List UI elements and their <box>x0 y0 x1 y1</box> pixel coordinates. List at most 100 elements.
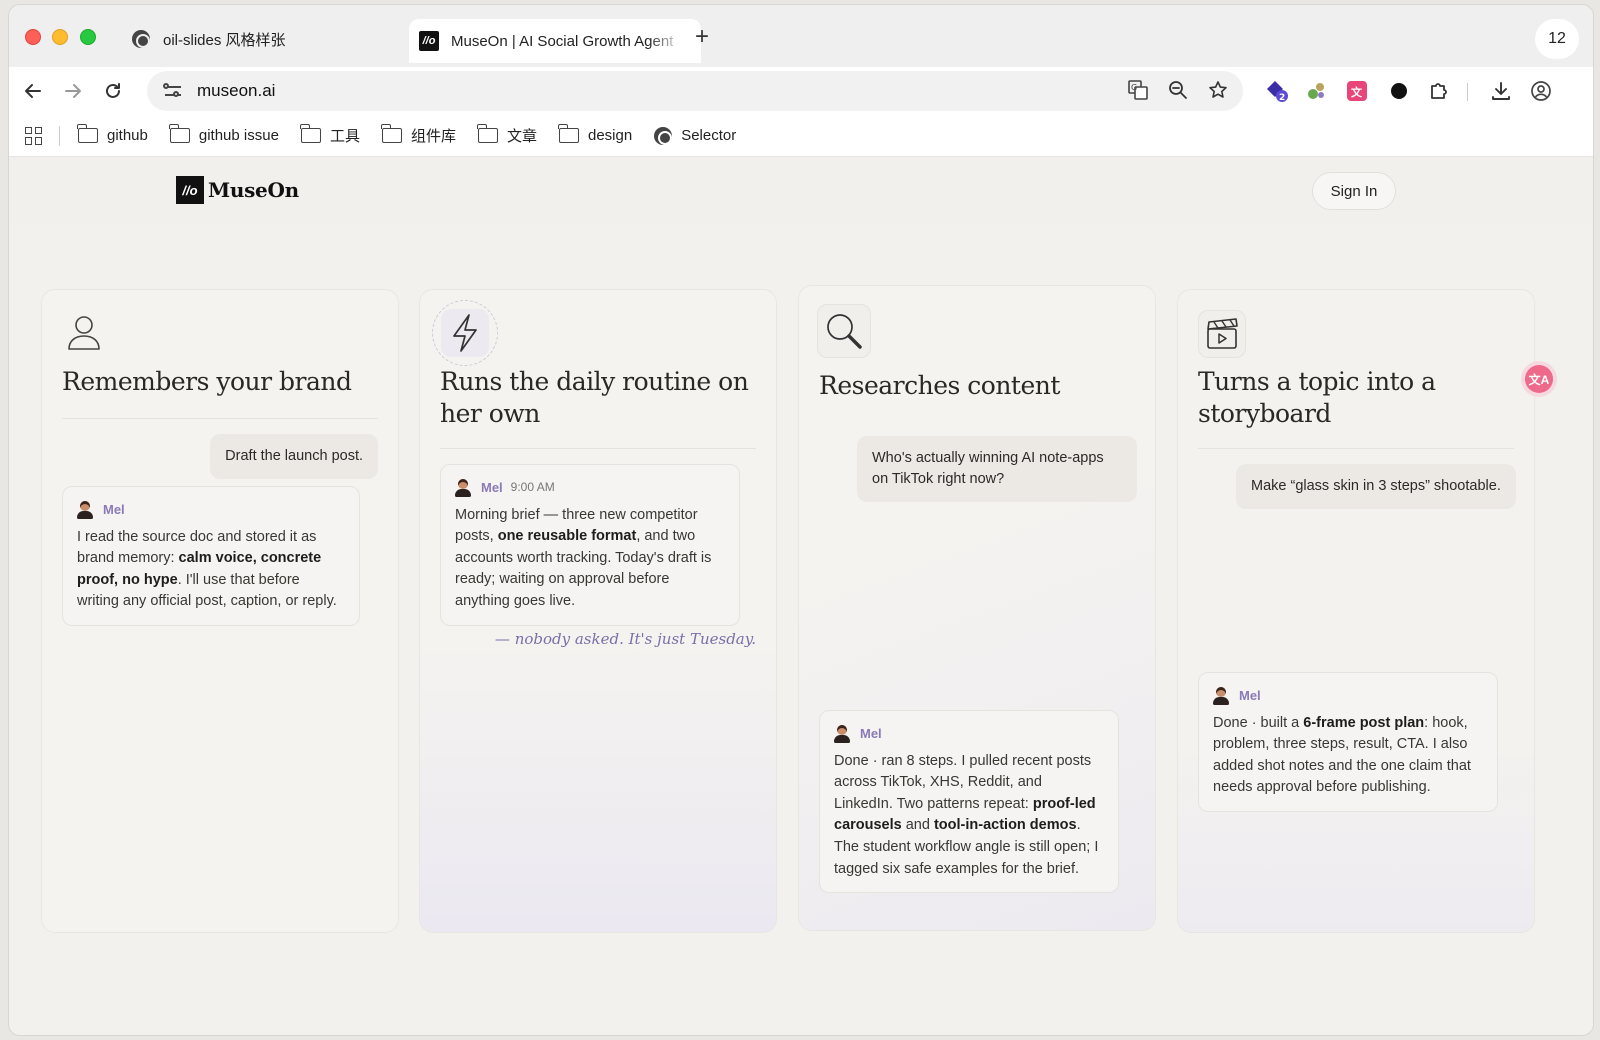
bookmark-github[interactable]: github <box>77 124 148 144</box>
toolbar-separator <box>1467 83 1468 101</box>
bookmark-label: Selector <box>681 127 737 144</box>
mel-avatar <box>455 478 471 497</box>
translate-icon[interactable]: G <box>1127 79 1149 101</box>
site-header: //o MuseOn Sign In <box>9 157 1593 223</box>
profile-icon[interactable] <box>1529 79 1553 103</box>
browser-window: oil-slides 风格样张 //o MuseOn | AI Social G… <box>8 4 1594 1036</box>
card-divider <box>440 448 756 449</box>
assistant-message: Mel 9:00 AM Morning brief — three new com… <box>440 464 740 626</box>
assistant-message: Mel Done · built a 6-frame post plan: ho… <box>1198 672 1498 812</box>
bookmark-label: 文章 <box>506 128 537 145</box>
extensions-puzzle-icon[interactable] <box>1427 79 1451 103</box>
back-arrow-icon[interactable] <box>19 77 47 105</box>
bookmarks-bar: github github issue 工具 组件库 文章 design Sel… <box>9 115 1593 157</box>
extension-translate-icon[interactable]: 文 <box>1345 79 1369 103</box>
forward-arrow-icon[interactable] <box>59 77 87 105</box>
tab-oil-slides[interactable]: oil-slides 风格样张 <box>121 19 391 59</box>
assistant-name: Mel <box>1239 688 1261 703</box>
museon-favicon-icon: //o <box>419 31 439 51</box>
bookmark-label: github <box>107 127 148 144</box>
extension-badge: 2 <box>1279 93 1285 103</box>
minimize-window-button[interactable] <box>52 29 68 45</box>
folder-icon <box>477 124 498 143</box>
new-tab-button[interactable]: + <box>695 25 709 49</box>
user-message: Draft the launch post. <box>210 434 378 479</box>
bookmark-label: 工具 <box>329 128 360 145</box>
message-text: and <box>901 817 934 834</box>
mel-avatar <box>834 724 850 743</box>
floating-translate-button[interactable]: 文A <box>1521 361 1557 397</box>
translate-badge-icon: 文A <box>1525 365 1553 393</box>
bookmark-selector[interactable]: Selector <box>654 126 737 145</box>
page-content: //o MuseOn Sign In Remembers your brand … <box>9 157 1593 1035</box>
reload-icon[interactable] <box>99 77 127 105</box>
card-title: Turns a topic into a storyboard <box>1198 367 1436 428</box>
folder-icon <box>558 124 579 143</box>
extension-purple-icon[interactable]: 2 <box>1265 79 1289 103</box>
url-text[interactable]: museon.ai <box>197 81 275 101</box>
close-window-button[interactable] <box>25 29 41 45</box>
sign-in-button[interactable]: Sign In <box>1312 172 1396 210</box>
brand-name: MuseOn <box>208 178 299 202</box>
bookmarks-separator <box>59 125 60 146</box>
feature-card-daily-routine: Runs the daily routine on her own Mel 9:0… <box>419 289 777 933</box>
folder-icon <box>77 124 98 143</box>
mel-avatar <box>77 500 93 519</box>
site-settings-icon[interactable] <box>163 81 183 101</box>
message-text: Done · built a <box>1213 714 1304 731</box>
feature-card-research: Researches content Who's actually winnin… <box>798 285 1156 931</box>
svg-text:文: 文 <box>1351 85 1363 99</box>
bookmark-label: 组件库 <box>410 128 456 145</box>
message-time: 9:00 AM <box>510 480 555 494</box>
maximize-window-button[interactable] <box>80 29 96 45</box>
museon-logo-icon: //o <box>176 176 204 204</box>
globe-icon <box>131 29 151 49</box>
lightning-icon <box>432 300 498 366</box>
zoom-icon[interactable] <box>1167 79 1189 101</box>
user-icon <box>60 308 108 356</box>
bookmark-design[interactable]: design <box>558 124 633 144</box>
card-divider <box>1198 448 1514 449</box>
user-message: Make “glass skin in 3 steps” shootable. <box>1236 464 1516 509</box>
tab-strip: oil-slides 风格样张 //o MuseOn | AI Social G… <box>9 5 1593 67</box>
tab-count-button[interactable]: 12 <box>1535 19 1579 59</box>
magnifier-icon <box>817 304 871 358</box>
address-bar[interactable]: museon.ai G <box>147 71 1243 111</box>
message-bold: one reusable format <box>497 528 637 545</box>
folder-icon <box>300 124 321 143</box>
extension-green-icon[interactable] <box>1305 79 1329 103</box>
card-title: Runs the daily routine on her own <box>440 367 749 428</box>
assistant-message: Mel I read the source doc and stored it … <box>62 486 360 626</box>
assistant-name: Mel <box>860 726 882 741</box>
bookmark-star-icon[interactable] <box>1207 79 1229 101</box>
browser-toolbar: museon.ai G 2 文 <box>9 67 1593 115</box>
tab-museon[interactable]: //o MuseOn | AI Social Growth Agent <box>409 19 701 63</box>
bookmark-tools[interactable]: 工具 <box>300 124 360 146</box>
globe-icon <box>654 126 673 145</box>
download-icon[interactable] <box>1489 79 1513 103</box>
user-message: Who's actually winning AI note-apps on T… <box>857 436 1137 502</box>
assistant-message: Mel Done · ran 8 steps. I pulled recent … <box>819 710 1119 894</box>
brand-logo[interactable]: //o MuseOn <box>176 176 299 204</box>
bookmark-github-issue[interactable]: github issue <box>169 124 279 144</box>
card-tagline: — nobody asked. It's just Tuesday. <box>494 630 756 648</box>
assistant-name: Mel <box>103 502 125 517</box>
feature-card-storyboard: Turns a topic into a storyboard Make “gl… <box>1177 289 1535 933</box>
folder-icon <box>381 124 402 143</box>
clapperboard-icon <box>1198 310 1246 358</box>
message-bold: tool-in-action demos <box>933 817 1077 834</box>
tab-title: oil-slides 风格样张 <box>163 31 286 49</box>
bookmark-articles[interactable]: 文章 <box>477 124 537 146</box>
card-divider <box>62 418 378 419</box>
apps-grid-icon[interactable] <box>25 126 43 145</box>
message-bold: 6-frame post plan <box>1303 714 1425 731</box>
card-title: Researches content <box>819 371 1060 400</box>
bookmark-label: design <box>587 127 633 144</box>
mel-avatar <box>1213 686 1229 705</box>
tab-title: MuseOn | AI Social Growth Agent <box>451 32 674 50</box>
folder-icon <box>169 124 190 143</box>
extension-dot-icon[interactable] <box>1387 79 1411 103</box>
feature-card-brand-memory: Remembers your brand Draft the launch po… <box>41 289 399 933</box>
assistant-name: Mel <box>481 480 503 495</box>
bookmark-components[interactable]: 组件库 <box>381 124 456 146</box>
